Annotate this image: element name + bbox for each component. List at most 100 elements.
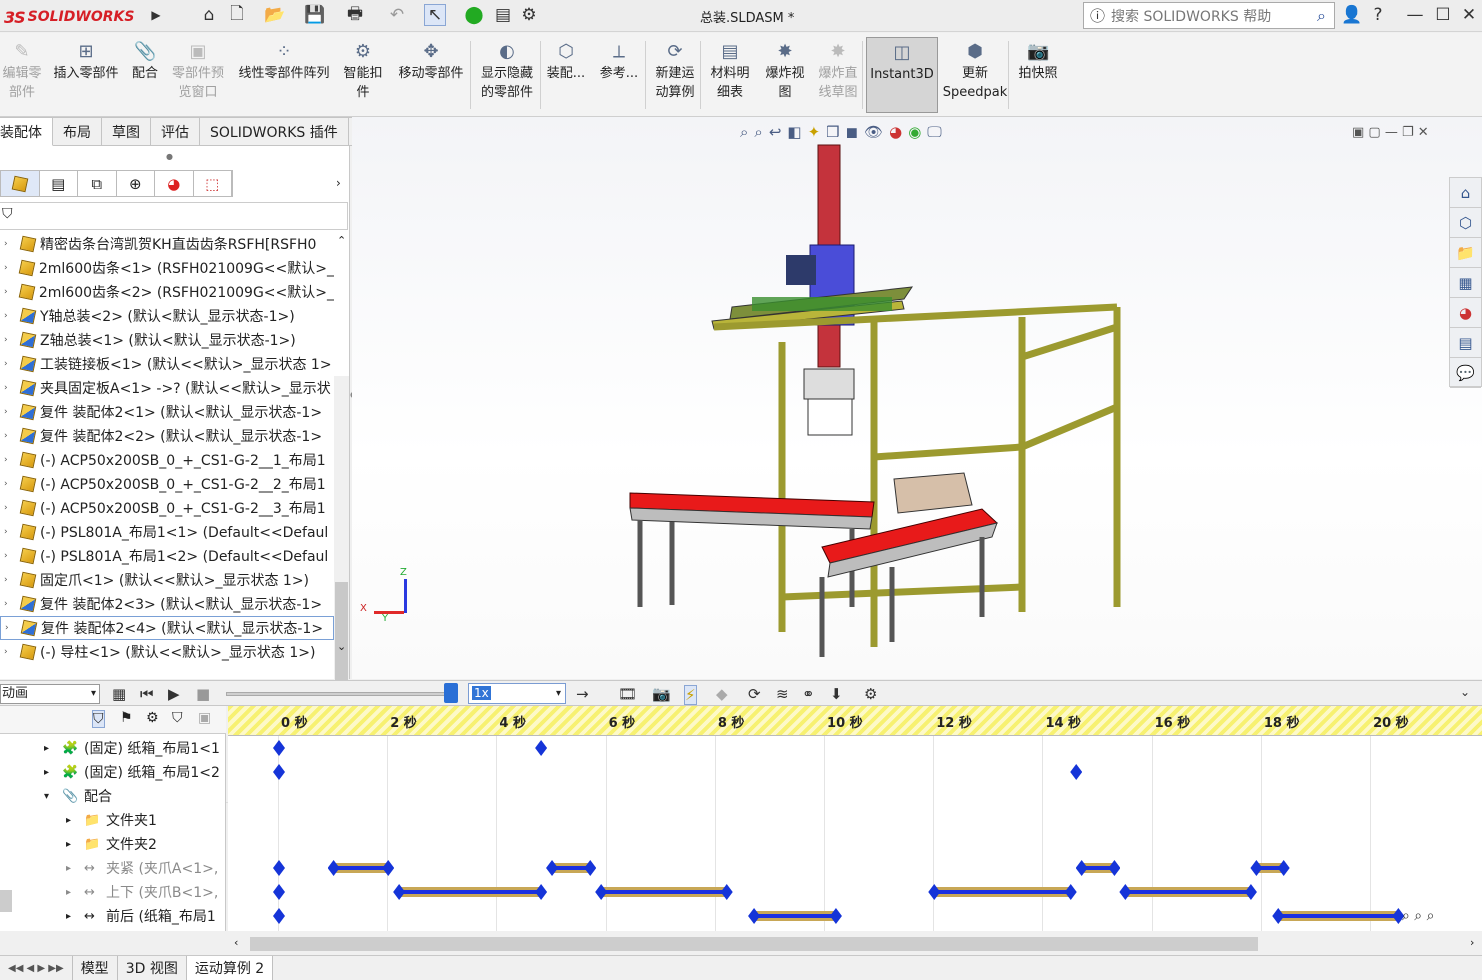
animation-wizard-icon[interactable]: 📷	[652, 685, 671, 703]
playback-slider-thumb[interactable]	[444, 683, 458, 703]
ribbon-mate-button[interactable]: 📎 配合	[128, 37, 162, 113]
feature-manager-tab-icon[interactable]	[1, 171, 40, 196]
motion-tree-row[interactable]: ▸ 🧩 (固定) 纸箱_布局1<2	[44, 760, 220, 784]
add-key-icon[interactable]: ◆	[716, 685, 728, 703]
key-point[interactable]	[273, 884, 285, 900]
play-icon[interactable]: ▶	[168, 685, 180, 703]
change-bar[interactable]	[333, 863, 389, 873]
ribbon-exploded-view-button[interactable]: ✸ 爆炸视 图	[760, 37, 810, 113]
options-gear-icon[interactable]: ⚙	[518, 4, 540, 26]
expand-arrow-icon[interactable]: ›	[4, 551, 18, 561]
playback-mode-icon[interactable]: →	[576, 685, 589, 703]
scroll-right-icon[interactable]: ›	[1470, 936, 1474, 949]
tree-item[interactable]: › 2ml600齿条<2> (RSFH021009G<<默认>_	[0, 280, 334, 304]
autokey-filter-icon[interactable]: ▣	[198, 710, 211, 726]
search-icon[interactable]: ⌕	[1317, 6, 1326, 26]
maximize-icon[interactable]: ☐	[1432, 4, 1454, 26]
expand-arrow-icon[interactable]: ›	[5, 623, 19, 633]
key-point[interactable]	[535, 740, 548, 756]
ribbon-show-hidden-button[interactable]: ◐ 显示隐藏 的零部件	[474, 37, 540, 113]
configuration-manager-tab-icon[interactable]: ⧉	[78, 171, 117, 196]
expand-arrow-icon[interactable]: ›	[4, 647, 18, 657]
tree-item[interactable]: › (-) ACP50x200SB_0_+_CS1-G-2__2_布局1	[0, 472, 334, 496]
ribbon-smart-fastener-button[interactable]: ⚙ 智能扣 件	[340, 37, 386, 113]
tab-navigation-icons[interactable]: ◀◀ ◀ ▶ ▶▶	[0, 956, 73, 980]
print-icon[interactable]: 🖶	[344, 4, 366, 26]
expand-arrow-icon[interactable]: ▸	[44, 767, 62, 778]
expand-arrow-icon[interactable]: ›	[4, 383, 18, 393]
scroll-up-icon[interactable]: ⌃	[337, 234, 346, 247]
expand-arrow-icon[interactable]: ›	[4, 407, 18, 417]
select-icon[interactable]: ↖	[424, 4, 446, 26]
ribbon-insert-component-button[interactable]: ⊞ 插入零部件	[48, 37, 124, 113]
ribbon-speedpak-button[interactable]: ⬢ 更新 Speedpak	[940, 37, 1010, 113]
gravity-icon[interactable]: ⬇	[830, 685, 843, 703]
expand-arrow-icon[interactable]: ›	[4, 455, 18, 465]
tree-item[interactable]: › (-) ACP50x200SB_0_+_CS1-G-2__3_布局1	[0, 496, 334, 520]
ribbon-reference-geometry-button[interactable]: ⟂ 参考...	[596, 37, 642, 113]
timeline-scroll-thumb[interactable]	[250, 937, 1258, 951]
ribbon-linear-pattern-button[interactable]: ⁘ 线性零部件阵列	[232, 37, 336, 113]
time-ruler[interactable]: 0 秒 2 秒 4 秒 6 秒 8 秒 10 秒 12 秒 14 秒 16 秒 18 秒 20 秒	[228, 706, 1482, 736]
expand-arrow-icon[interactable]: ▸	[44, 743, 62, 754]
dimxpert-tab-icon[interactable]: ⊕	[117, 171, 155, 196]
home-icon[interactable]: ⌂	[198, 4, 220, 26]
solidworks-logo[interactable]: 3S SOLIDWORKS	[4, 4, 148, 30]
key-point[interactable]	[273, 740, 285, 756]
file-explorer-icon[interactable]: 📁	[1450, 238, 1481, 268]
tree-item[interactable]: › (-) PSL801A_布局1<1> (Default<<Defaul	[0, 520, 334, 544]
expand-arrow-icon[interactable]: ›	[4, 359, 18, 369]
expand-arrow-icon[interactable]: ›	[4, 431, 18, 441]
display-manager-tab-icon[interactable]: ◕	[155, 171, 194, 196]
expand-arrow-icon[interactable]: ›	[4, 263, 18, 273]
motion-tree-row[interactable]: ▸ ↔ 上下 (夹爪B<1>,	[66, 880, 218, 904]
key-point[interactable]	[273, 908, 285, 924]
expand-arrow-icon[interactable]: ›	[4, 599, 18, 609]
tree-item[interactable]: › 复件 装配体2<4> (默认<默认_显示状态-1>	[0, 616, 334, 640]
design-library-icon[interactable]: ⬡	[1450, 208, 1481, 238]
tree-filter[interactable]: ⛉	[0, 202, 348, 230]
bottom-tab-1[interactable]: 3D 视图	[118, 956, 187, 980]
expand-arrow-icon[interactable]: ▸	[66, 887, 84, 898]
expand-arrow-icon[interactable]: ▸	[66, 815, 84, 826]
assembly-model[interactable]	[612, 137, 1172, 667]
save-animation-icon[interactable]: 🎞	[618, 685, 637, 703]
ribbon-assembly-features-button[interactable]: ⬡ 装配...	[544, 37, 588, 113]
gripper[interactable]	[803, 368, 855, 436]
tree-item[interactable]: › 固定爪<1> (默认<<默认>_显示状态 1>)	[0, 568, 334, 592]
change-bar[interactable]	[601, 887, 727, 897]
filter-animated-icon[interactable]: ⛉	[92, 710, 105, 728]
ribbon-explode-line-sketch-button[interactable]: ✸ 爆炸直 线草图	[812, 37, 864, 113]
tree-item[interactable]: › 复件 装配体2<1> (默认<默认_显示状态-1>	[0, 400, 334, 424]
property-manager-tab-icon[interactable]: ▤	[40, 171, 78, 196]
expand-arrow-icon[interactable]: ›	[4, 575, 18, 585]
expand-arrow-icon[interactable]: ›	[4, 503, 18, 513]
cam-tab-icon[interactable]: ⬚	[194, 171, 232, 196]
change-bar[interactable]	[1278, 911, 1399, 921]
key-point[interactable]	[273, 860, 285, 876]
bottom-tab-2[interactable]: 运动算例 2	[186, 956, 274, 980]
ribbon-preview-window-button[interactable]: ▣ 零部件预 览窗口	[166, 37, 230, 113]
motion-tree-row[interactable]: ▾ 📎 配合	[44, 784, 112, 808]
tree-item[interactable]: › (-) 导柱<1> (默认<<默认>_显示状态 1>)	[0, 640, 334, 664]
ribbon-new-motion-study-button[interactable]: ⟳ 新建运 动算例	[650, 37, 700, 113]
carton-box[interactable]	[893, 472, 973, 514]
ribbon-instant3d-button[interactable]: ◫ Instant3D	[866, 37, 938, 113]
autokey-icon[interactable]: ⚡	[684, 685, 697, 705]
new-file-icon[interactable]: 🗋	[226, 4, 248, 26]
tab-4[interactable]: SOLIDWORKS 插件	[200, 117, 349, 146]
tree-item[interactable]: › 2ml600齿条<1> (RSFH021009G<<默认>_	[0, 256, 334, 280]
motion-tree-row[interactable]: ▸ 📁 文件夹2	[66, 832, 157, 856]
filter-selected-icon[interactable]: ⚙	[146, 710, 159, 726]
expand-arrow-icon[interactable]: ▸	[66, 839, 84, 850]
tree-item[interactable]: › (-) PSL801A_布局1<2> (Default<<Defaul	[0, 544, 334, 568]
tree-item[interactable]: › 夹具固定板A<1> ->? (默认<<默认>_显示状	[0, 376, 334, 400]
help-search[interactable]: ⓘ 搜索 SOLIDWORKS 帮助 ⌕	[1083, 2, 1335, 29]
ribbon-edit-component-button[interactable]: ✎ 编辑零 部件	[2, 37, 42, 113]
stop-icon[interactable]: ■	[196, 685, 210, 703]
filter-driving-icon[interactable]: ⚑	[120, 710, 133, 726]
forum-icon[interactable]: 💬	[1450, 358, 1481, 388]
open-file-icon[interactable]: 📂	[264, 4, 286, 26]
calculate-icon[interactable]: ▦	[112, 685, 126, 703]
motion-tree-row[interactable]: ▸ ↔ 前后 (纸箱_布局1	[66, 904, 216, 928]
